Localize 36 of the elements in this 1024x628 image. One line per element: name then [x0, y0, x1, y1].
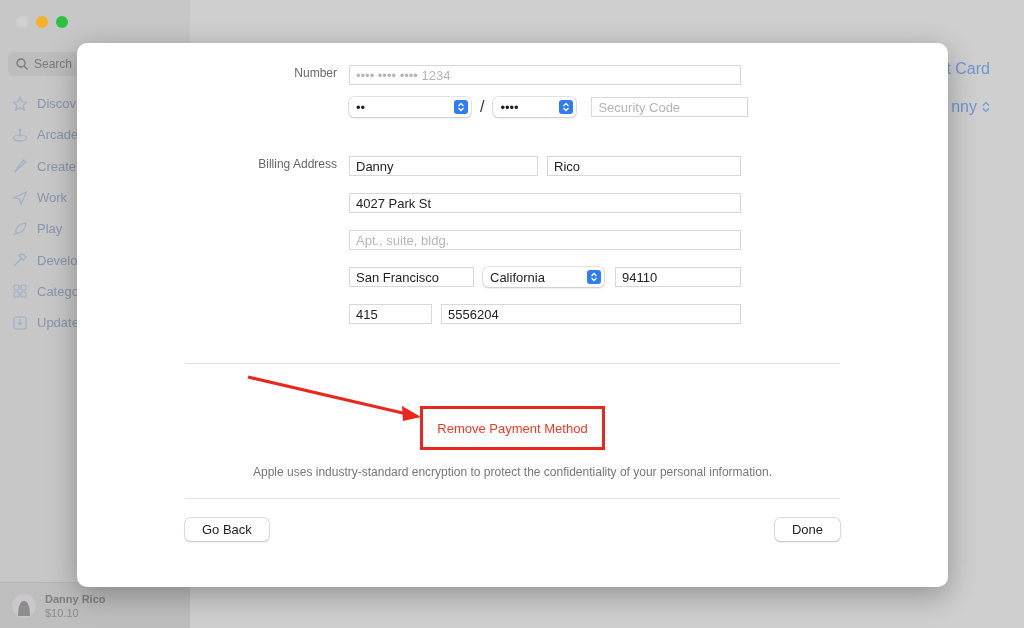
input-field[interactable]: Apt., suite, bldg. [349, 230, 741, 250]
hammer-icon [12, 252, 28, 269]
field-label: Billing Address [257, 156, 337, 173]
input-field[interactable]: 4027 Park St [349, 193, 741, 213]
remove-payment-button[interactable]: Remove Payment Method [420, 406, 605, 450]
field-label: Number [293, 65, 337, 82]
input-field[interactable]: 5556204 [441, 304, 741, 324]
back-button[interactable]: Go Back [185, 518, 269, 541]
input-field[interactable]: •••• •••• •••• 1234 [349, 65, 741, 85]
download-icon [12, 314, 28, 331]
input-field[interactable]: Rico [547, 156, 741, 176]
input-field[interactable]: Danny [349, 156, 538, 176]
chevron-updown-icon [982, 101, 990, 113]
dropdown[interactable]: California [483, 267, 604, 287]
joystick-icon [12, 126, 28, 143]
account-name: Danny Rico [45, 591, 106, 606]
zoom-window-icon[interactable] [56, 16, 68, 28]
dropdown[interactable]: •••• [493, 97, 577, 117]
star-icon [12, 95, 28, 112]
search-icon [16, 58, 28, 70]
input-field[interactable]: Security Code [591, 97, 749, 117]
minimize-window-icon[interactable] [36, 16, 48, 28]
input-field[interactable]: San Francisco [349, 267, 474, 287]
stepper-icon [559, 100, 574, 114]
stepper-icon [587, 270, 601, 284]
dropdown[interactable]: •• [349, 97, 471, 117]
date-separator: / [480, 98, 485, 116]
brush-icon [12, 158, 28, 175]
avatar-icon [12, 593, 36, 618]
input-field[interactable]: 415 [349, 304, 432, 324]
input-field[interactable]: 94110 [615, 267, 741, 287]
stepper-icon [454, 100, 468, 114]
done-button[interactable]: Done [774, 518, 840, 541]
info-text: Apple uses industry-standard encryption to protect the confidentiality of your personal information. [252, 465, 773, 479]
paper-plane-icon [12, 189, 28, 206]
grid-icon [12, 283, 28, 300]
